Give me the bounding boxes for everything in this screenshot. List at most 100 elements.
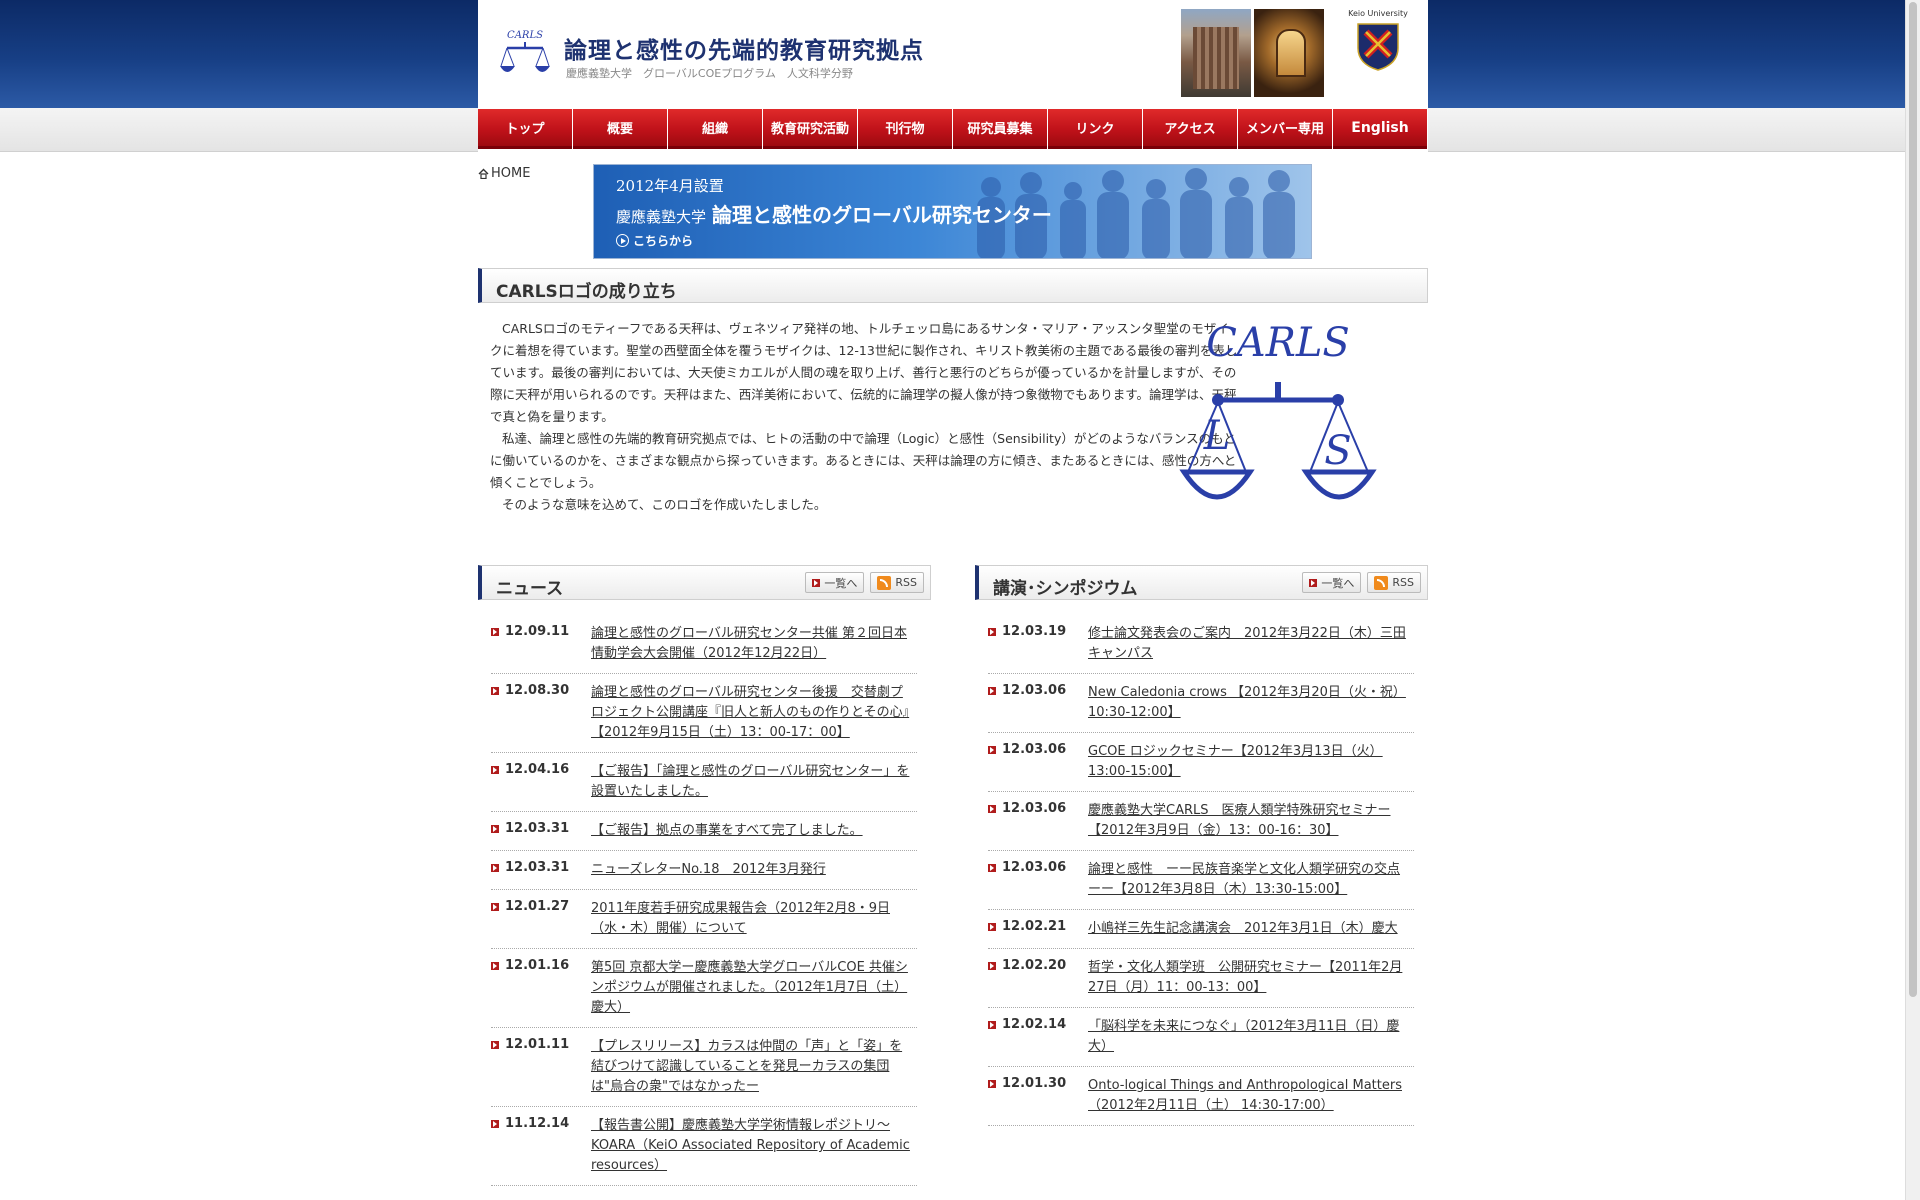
news-link[interactable]: 【プレスリリース】カラスは仲間の「声」と「姿」を結びつけて認識していることを発見… <box>591 1037 917 1097</box>
lectures-heading: 講演･シンポジウム 一覧へ RSS <box>975 565 1428 600</box>
play-circle-icon <box>616 234 629 247</box>
rss-icon <box>877 575 892 590</box>
stained-glass-photo <box>1254 9 1324 97</box>
news-date: 12.03.31 <box>491 860 591 880</box>
news-link[interactable]: 【ご報告】拠点の事業をすべて完了しました。 <box>591 821 917 841</box>
banner-center-name: 論理と感性のグローバル研究センター <box>712 203 1052 227</box>
site-header: CARLS 論理と感性の先端的教育研究拠点 慶應義塾大学 グローバルCOEプログ… <box>478 0 1428 108</box>
main-nav: トップ 概要 組織 教育研究活動 刊行物 研究員募集 リンク アクセス メンバー… <box>478 109 1428 149</box>
news-heading-label: ニュース <box>496 579 564 599</box>
lectures-list-label: 一覧へ <box>1321 576 1355 590</box>
lectures-heading-label: 講演･シンポジウム <box>993 579 1138 599</box>
nav-organization[interactable]: 組織 <box>668 109 762 149</box>
nav-members[interactable]: メンバー専用 <box>1238 109 1332 149</box>
about-heading: CARLSロゴの成り立ち <box>478 268 1428 303</box>
lectures-list: 12.03.19 修士論文発表会のご案内 2012年3月22日（木）三田キャンパス… <box>988 615 1414 1126</box>
news-date: 11.12.14 <box>491 1116 591 1176</box>
nav-top[interactable]: トップ <box>478 109 572 149</box>
nav-links[interactable]: リンク <box>1048 109 1142 149</box>
news-date: 12.04.16 <box>491 762 591 802</box>
keio-shield-icon <box>1357 23 1399 71</box>
breadcrumb: HOME <box>478 166 530 181</box>
lectures-rss-button[interactable]: RSS <box>1367 572 1421 593</box>
keio-label: Keio University <box>1348 9 1408 18</box>
lecture-item: 12.03.06 New Caledonia crows 【2012年3月20日（… <box>988 674 1414 733</box>
carls-logo-icon[interactable]: CARLS <box>498 26 552 82</box>
scrollbar-thumb[interactable] <box>1909 2 1917 997</box>
lecture-link[interactable]: 論理と感性 ーー民族音楽学と文化人類学研究の交点ーー【2012年3月8日（木）1… <box>1088 860 1414 900</box>
rss-icon <box>1374 575 1389 590</box>
news-list-label: 一覧へ <box>824 576 858 590</box>
carls-scale-logo: CARLS L S <box>1179 320 1377 500</box>
news-link[interactable]: 2011年度若手研究成果報告会（2012年2月8・9日（水・木）開催）について <box>591 899 917 939</box>
banner-university: 慶應義塾大学 <box>616 208 707 226</box>
news-date: 12.01.27 <box>491 899 591 939</box>
lecture-date: 12.01.30 <box>988 1076 1088 1116</box>
lecture-link[interactable]: 修士論文発表会のご案内 2012年3月22日（木）三田キャンパス <box>1088 624 1414 664</box>
news-list-button[interactable]: 一覧へ <box>805 572 865 593</box>
campus-photo <box>1181 9 1251 97</box>
lecture-link[interactable]: Onto-logical Things and Anthropological … <box>1088 1076 1414 1116</box>
page-container: CARLS 論理と感性の先端的教育研究拠点 慶應義塾大学 グローバルCOEプログ… <box>478 0 1428 1200</box>
news-link[interactable]: 【ご報告】「論理と感性のグローバル研究センター」を設置いたしました。 <box>591 762 917 802</box>
news-rss-button[interactable]: RSS <box>870 572 924 593</box>
news-item: 12.01.16 第5回 京都大学ー慶應義塾大学グローバルCOE 共催シンポジウム… <box>491 949 917 1028</box>
page-scrollbar[interactable] <box>1905 0 1920 1200</box>
news-list: 12.09.11 論理と感性のグローバル研究センター共催 第２回日本情動学会大会開… <box>491 615 917 1186</box>
banner-cta[interactable]: こちらから <box>616 232 693 249</box>
nav-overview[interactable]: 概要 <box>573 109 667 149</box>
nav-publications[interactable]: 刊行物 <box>858 109 952 149</box>
breadcrumb-home-link[interactable]: HOME <box>491 166 530 181</box>
lecture-link[interactable]: 哲学・文化人類学班 公開研究セミナー【2011年2月27日（月）11：00-13… <box>1088 958 1414 998</box>
global-center-banner[interactable]: 2012年4月設置 慶應義塾大学 論理と感性のグローバル研究センター こちらから <box>593 164 1312 259</box>
news-item: 12.03.31 【ご報告】拠点の事業をすべて完了しました。 <box>491 812 917 851</box>
keio-emblem[interactable]: Keio University <box>1333 6 1423 102</box>
banner-date: 2012年4月設置 <box>616 177 724 195</box>
site-title[interactable]: 論理と感性の先端的教育研究拠点 <box>564 31 924 65</box>
news-link[interactable]: 【報告書公開】慶應義塾大学学術情報レポジトリ〜KOARA（KeiO Associ… <box>591 1116 917 1176</box>
banner-cta-label: こちらから <box>633 234 694 248</box>
lecture-link[interactable]: 小嶋祥三先生記念講演会 2012年3月1日（木）慶大 <box>1088 919 1414 939</box>
lecture-item: 12.02.21 小嶋祥三先生記念講演会 2012年3月1日（木）慶大 <box>988 910 1414 949</box>
svg-text:CARLS: CARLS <box>507 30 543 41</box>
lecture-date: 12.03.06 <box>988 860 1088 900</box>
news-link[interactable]: 論理と感性のグローバル研究センター共催 第２回日本情動学会大会開催（2012年1… <box>591 624 917 664</box>
lecture-date: 12.03.06 <box>988 742 1088 782</box>
svg-text:S: S <box>1324 428 1351 474</box>
lectures-list-button[interactable]: 一覧へ <box>1302 572 1362 593</box>
news-date: 12.01.16 <box>491 958 591 1018</box>
news-item: 12.01.11 【プレスリリース】カラスは仲間の「声」と「姿」を結びつけて認識し… <box>491 1028 917 1107</box>
about-paragraph: CARLSロゴのモティーフである天秤は、ヴェネツィア発祥の地、トルチェッロ島にあ… <box>490 321 1238 424</box>
nav-access[interactable]: アクセス <box>1143 109 1237 149</box>
news-date: 12.09.11 <box>491 624 591 664</box>
lecture-item: 12.03.06 GCOE ロジックセミナー【2012年3月13日（火）13:00… <box>988 733 1414 792</box>
lecture-item: 12.03.06 慶應義塾大学CARLS 医療人類学特殊研究セミナー【2012年3… <box>988 792 1414 851</box>
news-date: 12.03.31 <box>491 821 591 841</box>
about-text: CARLSロゴのモティーフである天秤は、ヴェネツィア発祥の地、トルチェッロ島にあ… <box>490 318 1238 516</box>
lecture-date: 12.02.20 <box>988 958 1088 998</box>
lecture-item: 12.01.30 Onto-logical Things and Anthropo… <box>988 1067 1414 1126</box>
news-heading: ニュース 一覧へ RSS <box>478 565 931 600</box>
lecture-link[interactable]: 慶應義塾大学CARLS 医療人類学特殊研究セミナー【2012年3月9日（金）13… <box>1088 801 1414 841</box>
lecture-link[interactable]: New Caledonia crows 【2012年3月20日（火・祝）10:3… <box>1088 683 1414 723</box>
lecture-date: 12.03.06 <box>988 801 1088 841</box>
lecture-item: 12.02.20 哲学・文化人類学班 公開研究セミナー【2011年2月27日（月）… <box>988 949 1414 1008</box>
news-item: 11.12.14 【報告書公開】慶應義塾大学学術情報レポジトリ〜KOARA（Kei… <box>491 1107 917 1186</box>
lecture-item: 12.03.19 修士論文発表会のご案内 2012年3月22日（木）三田キャンパス <box>988 615 1414 674</box>
lecture-date: 12.03.06 <box>988 683 1088 723</box>
nav-education-research[interactable]: 教育研究活動 <box>763 109 857 149</box>
nav-recruitment[interactable]: 研究員募集 <box>953 109 1047 149</box>
lecture-date: 12.03.19 <box>988 624 1088 664</box>
lectures-buttons: 一覧へ RSS <box>1302 572 1421 593</box>
news-link[interactable]: 第5回 京都大学ー慶應義塾大学グローバルCOE 共催シンポジウムが開催されました… <box>591 958 917 1018</box>
lecture-link[interactable]: 「脳科学を未来につなぐ」（2012年3月11日（日）慶大） <box>1088 1017 1414 1057</box>
arrow-icon <box>1309 578 1318 587</box>
news-link[interactable]: 論理と感性のグローバル研究センター後援 交替劇プロジェクト公開講座『旧人と新人の… <box>591 683 917 743</box>
news-buttons: 一覧へ RSS <box>805 572 924 593</box>
nav-english[interactable]: English <box>1333 109 1427 149</box>
lecture-link[interactable]: GCOE ロジックセミナー【2012年3月13日（火）13:00-15:00】 <box>1088 742 1414 782</box>
about-paragraph: そのような意味を込めて、このロゴを作成いたしました。 <box>502 497 827 512</box>
news-item: 12.09.11 論理と感性のグローバル研究センター共催 第２回日本情動学会大会開… <box>491 615 917 674</box>
news-link[interactable]: ニューズレターNo.18 2012年3月発行 <box>591 860 917 880</box>
site-subtitle: 慶應義塾大学 グローバルCOEプログラム 人文科学分野 <box>566 67 853 80</box>
